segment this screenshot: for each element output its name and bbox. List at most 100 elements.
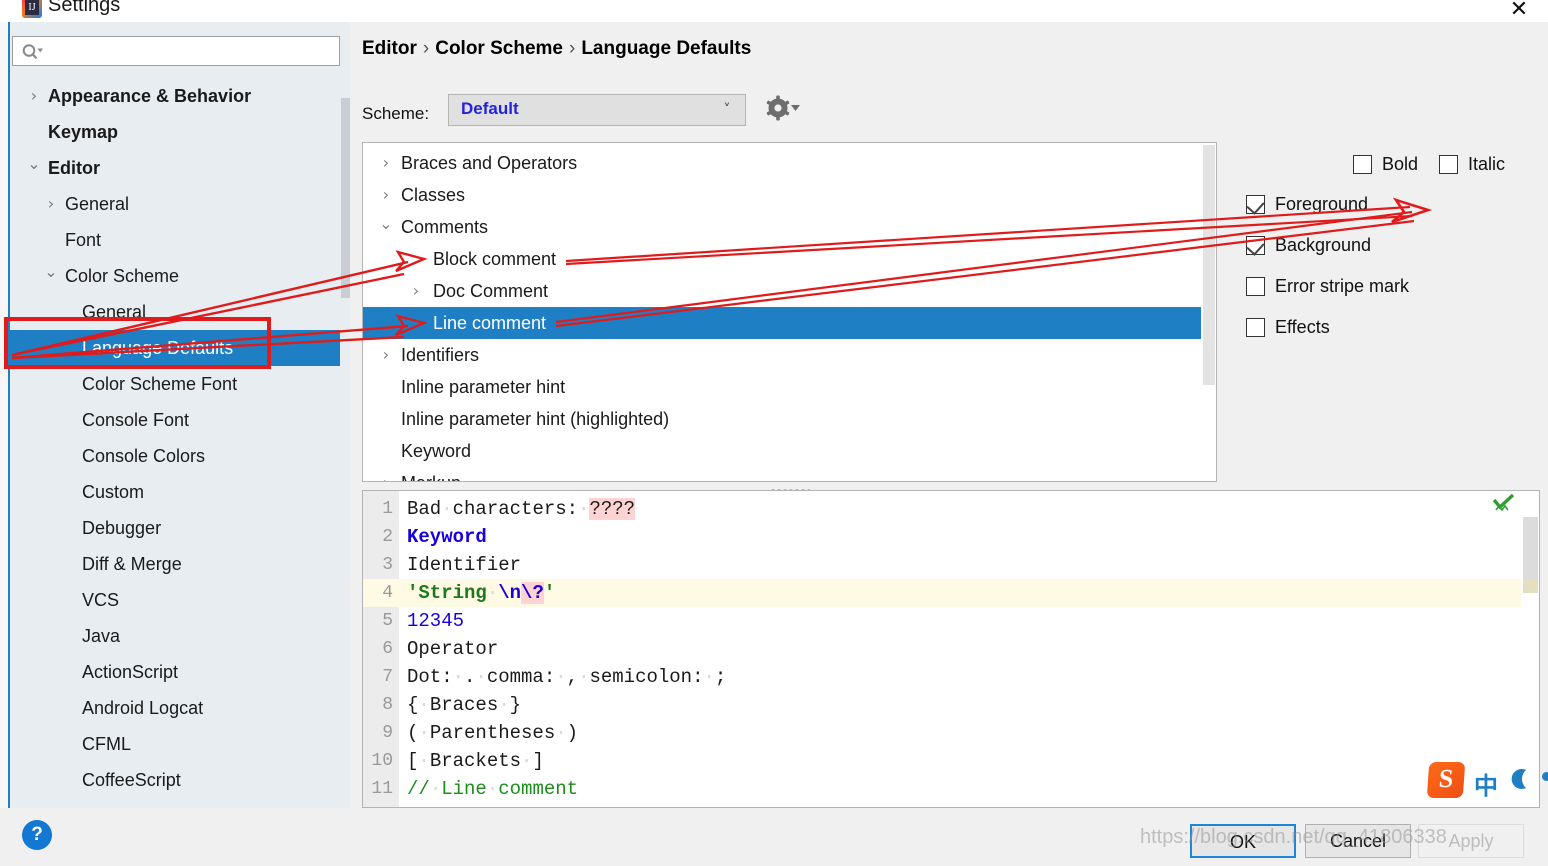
effects-checkbox[interactable] xyxy=(1246,318,1265,337)
descriptor-item-comments[interactable]: ⌄ Comments xyxy=(363,211,1201,243)
sidebar-item-label: General xyxy=(82,302,147,322)
sidebar-item-custom[interactable]: Custom xyxy=(10,474,340,510)
sidebar-item-label: Appearance & Behavior xyxy=(48,86,252,106)
descriptor-item-block-comment[interactable]: Block comment xyxy=(363,243,1201,275)
sidebar-item-general[interactable]: General xyxy=(10,294,340,330)
effects-label: Effects xyxy=(1275,317,1330,337)
chevron-right-icon[interactable]: › xyxy=(43,186,59,222)
scheme-label: Scheme: xyxy=(362,104,430,123)
preview-line: 1 Bad·characters:·???? xyxy=(363,495,1539,523)
descriptor-item-label: Doc Comment xyxy=(433,281,549,301)
chevron-right-icon[interactable]: › xyxy=(407,275,425,307)
sidebar-item-editor[interactable]: ⌄ Editor xyxy=(10,150,340,186)
sidebar-item-label: Language Defaults xyxy=(82,338,234,358)
chevron-right-icon[interactable]: › xyxy=(377,147,395,179)
code-preview[interactable]: 1 Bad·characters:·???? 2 Keyword 3 Identifier… xyxy=(362,490,1540,808)
sidebar-item-css[interactable]: CSS xyxy=(10,798,340,808)
descriptor-item-identifiers[interactable]: › Identifiers xyxy=(363,339,1201,371)
bold-checkbox[interactable] xyxy=(1353,155,1372,174)
sidebar-item-general[interactable]: › General xyxy=(10,186,340,222)
sogou-ime-widget[interactable]: S 中 xyxy=(1424,760,1548,804)
help-button[interactable]: ? xyxy=(22,820,52,850)
foreground-checkbox[interactable] xyxy=(1246,195,1265,214)
scheme-selected-value: Default xyxy=(461,99,519,118)
preview-line: 11 //·Line·comment xyxy=(363,775,1539,803)
breadcrumb: Editor › Color Scheme › Language Defaults xyxy=(362,38,751,60)
breadcrumb-separator-1: › xyxy=(422,38,430,59)
gear-icon[interactable] xyxy=(762,94,802,124)
sidebar-item-label: Console Colors xyxy=(82,446,206,466)
sidebar-item-font[interactable]: Font xyxy=(10,222,340,258)
sidebar-item-coffeescript[interactable]: CoffeeScript xyxy=(10,762,340,798)
descriptor-item-label: Identifiers xyxy=(401,345,480,365)
sidebar-item-label: Editor xyxy=(48,158,100,178)
chevron-down-icon: ˅ xyxy=(723,102,731,118)
descriptor-scrollbar[interactable] xyxy=(1202,143,1216,481)
descriptor-item-braces-and-operators[interactable]: › Braces and Operators xyxy=(363,147,1201,179)
descriptor-item-keyword[interactable]: Keyword xyxy=(363,435,1201,467)
sidebar-item-diff-merge[interactable]: Diff & Merge xyxy=(10,546,340,582)
preview-line-number: 9 xyxy=(382,723,393,743)
scheme-dropdown[interactable]: Default ˅ xyxy=(448,94,746,126)
chevron-right-icon[interactable]: › xyxy=(377,467,395,481)
search-icon xyxy=(22,44,43,60)
preview-line: 4 'String·\n\?' xyxy=(363,579,1539,607)
descriptor-item-classes[interactable]: › Classes xyxy=(363,179,1201,211)
descriptor-item-inline-parameter-hint[interactable]: Inline parameter hint xyxy=(363,371,1201,403)
sidebar-item-console-font[interactable]: Console Font xyxy=(10,402,340,438)
sogou-logo-icon[interactable]: S xyxy=(1426,762,1466,798)
chevron-down-icon[interactable]: ⌄ xyxy=(377,211,395,243)
preview-line-text: //·Line·comment xyxy=(407,778,579,800)
sidebar-item-label: VCS xyxy=(82,590,120,610)
italic-checkbox[interactable] xyxy=(1439,155,1458,174)
dot-icon[interactable] xyxy=(1542,772,1548,781)
sidebar-item-android-logcat[interactable]: Android Logcat xyxy=(10,690,340,726)
chevron-right-icon[interactable]: › xyxy=(377,179,395,211)
sidebar-item-appearance-behavior[interactable]: › Appearance & Behavior xyxy=(10,78,340,114)
chevron-down-icon[interactable]: ⌄ xyxy=(26,150,42,186)
sidebar-item-color-scheme-font[interactable]: Color Scheme Font xyxy=(10,366,340,402)
sidebar-item-label: Debugger xyxy=(82,518,162,538)
chevron-right-icon[interactable]: › xyxy=(26,78,42,114)
inspection-check-icon[interactable] xyxy=(1491,493,1517,517)
descriptor-item-inline-parameter-hint-highlighted[interactable]: Inline parameter hint (highlighted) xyxy=(363,403,1201,435)
descriptor-scrollbar-thumb[interactable] xyxy=(1203,145,1215,385)
sidebar-item-vcs[interactable]: VCS xyxy=(10,582,340,618)
color-descriptor-tree[interactable]: › Braces and Operators › Classes ⌄ Comments Bl… xyxy=(362,142,1217,482)
close-icon[interactable]: ✕ xyxy=(1502,0,1536,24)
sidebar-item-java[interactable]: Java xyxy=(10,618,340,654)
preview-line: 5 12345 xyxy=(363,607,1539,635)
sidebar-item-label: CFML xyxy=(82,734,131,754)
chevron-right-icon[interactable]: › xyxy=(377,339,395,371)
preview-line-text: {·Braces·} xyxy=(407,694,522,716)
descriptor-item-label: Markup xyxy=(401,467,461,481)
breadcrumb-color-scheme[interactable]: Color Scheme xyxy=(435,38,563,59)
background-checkbox[interactable] xyxy=(1246,236,1265,255)
search-field[interactable] xyxy=(12,36,340,66)
preview-scrollbar-thumb[interactable] xyxy=(1523,517,1538,579)
descriptor-item-markup[interactable]: › Markup xyxy=(363,467,1201,481)
sidebar-item-debugger[interactable]: Debugger xyxy=(10,510,340,546)
error-stripe-checkbox[interactable] xyxy=(1246,277,1265,296)
moon-icon[interactable] xyxy=(1510,768,1532,790)
sidebar-item-language-defaults[interactable]: Language Defaults xyxy=(10,330,340,366)
chevron-down-icon[interactable]: ⌄ xyxy=(43,258,59,294)
ime-mode-label[interactable]: 中 xyxy=(1474,766,1498,801)
preview-line: 2 Keyword xyxy=(363,523,1539,551)
breadcrumb-editor[interactable]: Editor xyxy=(362,38,417,59)
sidebar-item-keymap[interactable]: Keymap xyxy=(10,114,340,150)
sidebar-item-label: Android Logcat xyxy=(82,698,204,718)
sidebar-item-console-colors[interactable]: Console Colors xyxy=(10,438,340,474)
preview-line-number: 6 xyxy=(382,639,393,659)
descriptor-item-doc-comment[interactable]: › Doc Comment xyxy=(363,275,1201,307)
descriptor-item-label: Line comment xyxy=(433,313,547,333)
preview-line-text: Operator xyxy=(407,638,499,660)
sidebar-item-label: Font xyxy=(65,230,102,250)
preview-line-number: 4 xyxy=(382,583,393,603)
sidebar-item-color-scheme[interactable]: ⌄ Color Scheme xyxy=(10,258,340,294)
sidebar-item-actionscript[interactable]: ActionScript xyxy=(10,654,340,690)
sidebar-item-cfml[interactable]: CFML xyxy=(10,726,340,762)
sidebar-tree[interactable]: › Appearance & Behavior Keymap ⌄ Editor › Gene… xyxy=(10,78,340,808)
descriptor-item-line-comment[interactable]: Line comment xyxy=(363,307,1201,339)
search-input[interactable] xyxy=(47,40,333,64)
